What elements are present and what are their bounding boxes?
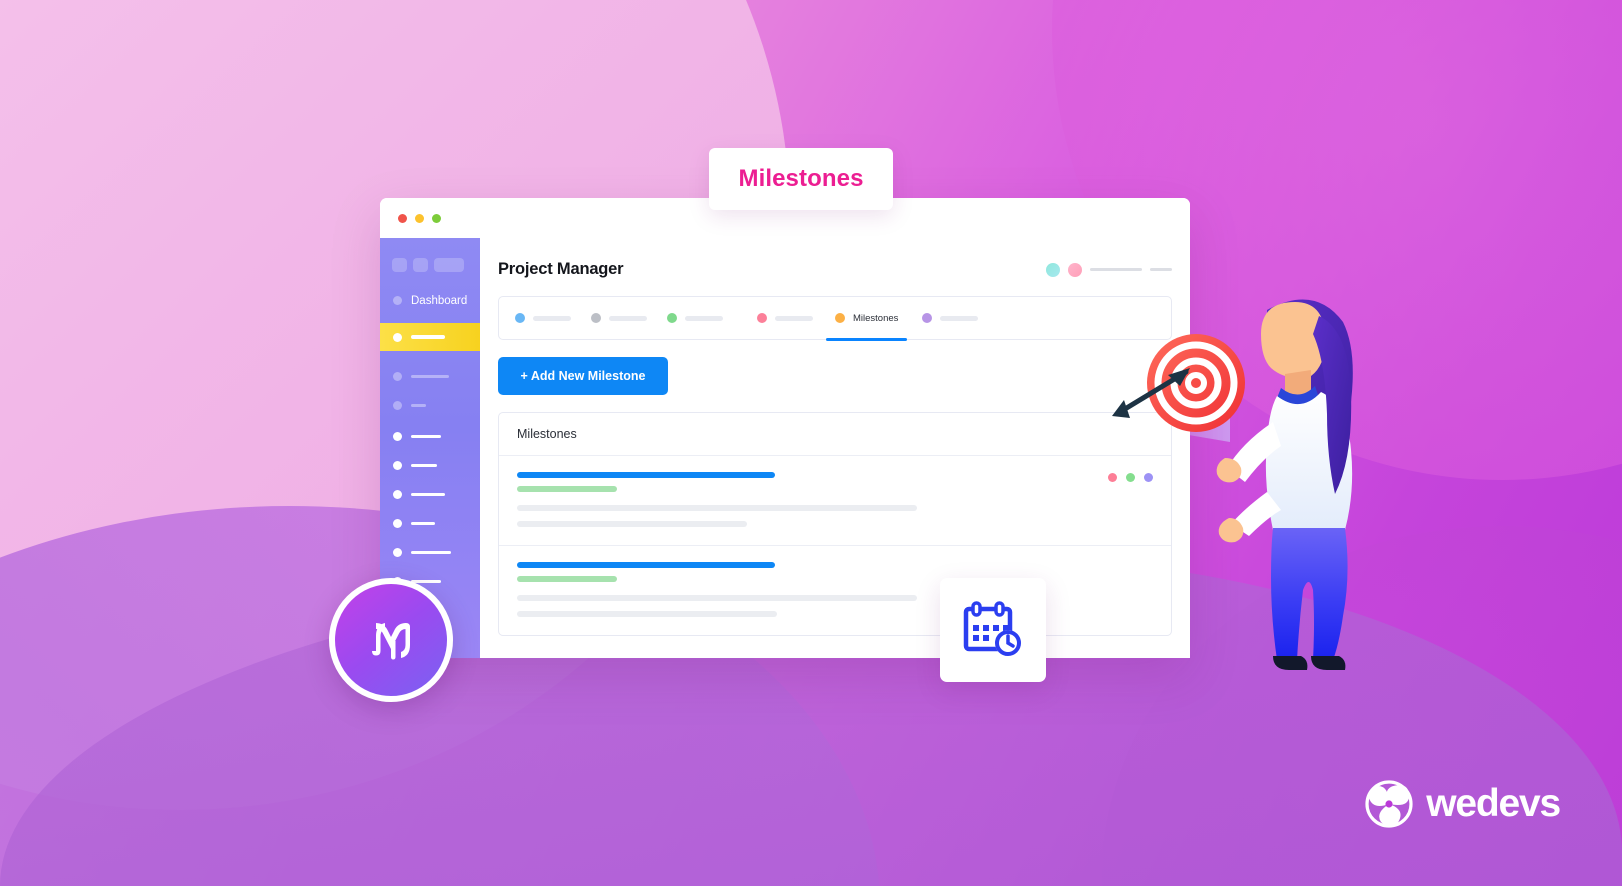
milestone-row[interactable] bbox=[499, 546, 1171, 635]
minimize-icon[interactable] bbox=[415, 213, 424, 223]
milestone-progress-bar bbox=[517, 486, 617, 492]
sidebar-item-3[interactable] bbox=[380, 364, 480, 389]
add-new-milestone-button[interactable]: + Add New Milestone bbox=[498, 357, 668, 395]
milestones-badge-card: Milestones bbox=[709, 148, 893, 210]
wedevs-wordmark: wedevs bbox=[1426, 782, 1561, 825]
wedevs-brand: wedevs bbox=[1365, 780, 1561, 828]
sidebar-item-6[interactable] bbox=[380, 453, 480, 478]
sidebar-bullet-icon bbox=[393, 432, 402, 441]
sidebar-bullet-icon bbox=[393, 332, 402, 342]
sidebar-bullet-icon bbox=[393, 296, 402, 305]
milestone-placeholder-line bbox=[517, 611, 777, 617]
browser-body: Dashboard Project Manager Milestones + A… bbox=[380, 238, 1190, 658]
milestones-badge-label: Milestones bbox=[738, 165, 864, 192]
sidebar-item-placeholder bbox=[411, 404, 426, 407]
milestone-row-content bbox=[517, 472, 1108, 527]
sidebar-item-active[interactable] bbox=[380, 323, 480, 351]
tab-milestones-label: Milestones bbox=[853, 312, 899, 324]
sidebar-chip-icon-1 bbox=[392, 258, 407, 272]
tab-label-placeholder bbox=[685, 315, 723, 321]
tab-2[interactable] bbox=[591, 296, 647, 340]
tab-dot-icon bbox=[835, 313, 845, 323]
tab-label-placeholder bbox=[940, 315, 979, 321]
sidebar-item-8[interactable] bbox=[380, 511, 480, 536]
calendar-clock-icon bbox=[963, 601, 1021, 656]
sidebar-item-placeholder bbox=[411, 375, 449, 378]
tab-label-placeholder bbox=[775, 315, 813, 321]
wedevs-logo-icon bbox=[1365, 780, 1413, 828]
tab-label-placeholder bbox=[533, 315, 571, 321]
sidebar-bullet-icon bbox=[393, 548, 402, 557]
tab-label-placeholder bbox=[609, 315, 647, 321]
tab-4[interactable] bbox=[757, 296, 813, 340]
header-actions bbox=[1046, 262, 1172, 277]
calendar-card bbox=[940, 578, 1046, 682]
tab-3[interactable] bbox=[667, 296, 723, 340]
sidebar-bullet-icon bbox=[393, 490, 402, 499]
milestones-card: Milestones bbox=[498, 412, 1172, 636]
tab-dot-icon bbox=[922, 313, 933, 323]
maximize-icon[interactable] bbox=[432, 213, 441, 223]
milestone-placeholder-line bbox=[517, 505, 917, 511]
tab-1[interactable] bbox=[515, 296, 571, 340]
options-dot-icon[interactable] bbox=[1144, 473, 1153, 482]
poster-stage: Milestones Dashboard Project Manager Mil… bbox=[0, 0, 1622, 886]
header-placeholder-bar bbox=[1090, 268, 1142, 271]
milestone-row-actions bbox=[1108, 472, 1153, 527]
sidebar-item-placeholder bbox=[411, 435, 441, 438]
sidebar-item-label: Dashboard bbox=[411, 294, 468, 307]
page-title: Project Manager bbox=[498, 260, 624, 278]
app-header: Project Manager bbox=[498, 260, 1172, 279]
header-placeholder-bar bbox=[1150, 268, 1172, 271]
sidebar-item-dashboard[interactable]: Dashboard bbox=[380, 288, 480, 313]
sidebar-item-placeholder bbox=[411, 522, 435, 525]
tab-dot-icon bbox=[757, 313, 767, 323]
main-content: Project Manager Milestones + Add New Mil… bbox=[480, 238, 1190, 658]
tab-6[interactable] bbox=[922, 296, 979, 340]
sidebar-item-placeholder bbox=[411, 551, 451, 554]
wp-project-manager-logo bbox=[329, 578, 453, 702]
milestones-card-title: Milestones bbox=[499, 413, 1171, 456]
milestone-row-content bbox=[517, 562, 1153, 617]
tab-dot-icon bbox=[591, 313, 601, 323]
complete-dot-icon[interactable] bbox=[1126, 473, 1135, 482]
sidebar-item-placeholder bbox=[411, 335, 445, 339]
tab-milestones[interactable]: Milestones bbox=[825, 296, 908, 341]
milestone-row[interactable] bbox=[499, 456, 1171, 546]
avatar[interactable] bbox=[1046, 262, 1060, 277]
sidebar-item-5[interactable] bbox=[380, 424, 480, 449]
sidebar-item-placeholder bbox=[411, 493, 445, 496]
sidebar-item-4[interactable] bbox=[380, 393, 480, 418]
sidebar-chip-row bbox=[380, 250, 480, 282]
milestone-title-bar bbox=[517, 472, 775, 478]
milestone-title-bar bbox=[517, 562, 775, 568]
sidebar-chip-icon-3 bbox=[434, 258, 464, 272]
edit-dot-icon[interactable] bbox=[1108, 473, 1117, 482]
close-icon[interactable] bbox=[398, 213, 407, 223]
sidebar-bullet-icon bbox=[393, 401, 402, 410]
pm-logo-glyph bbox=[372, 623, 410, 660]
arrow-icon bbox=[1108, 360, 1200, 427]
sidebar-item-9[interactable] bbox=[380, 540, 480, 565]
sidebar-bullet-icon bbox=[393, 461, 402, 470]
tab-dot-icon bbox=[667, 313, 677, 323]
tab-dot-icon bbox=[515, 313, 525, 323]
milestone-progress-bar bbox=[517, 576, 617, 582]
sidebar-item-placeholder bbox=[411, 464, 437, 467]
milestone-placeholder-line bbox=[517, 595, 917, 601]
milestone-placeholder-line bbox=[517, 521, 747, 527]
sidebar-chip-icon-2 bbox=[413, 258, 428, 272]
sidebar-item-7[interactable] bbox=[380, 482, 480, 507]
sidebar-bullet-icon bbox=[393, 372, 402, 381]
avatar[interactable] bbox=[1068, 262, 1082, 277]
tab-bar: Milestones bbox=[498, 296, 1172, 341]
browser-window: Dashboard Project Manager Milestones + A… bbox=[380, 198, 1190, 658]
sidebar-bullet-icon bbox=[393, 519, 402, 528]
